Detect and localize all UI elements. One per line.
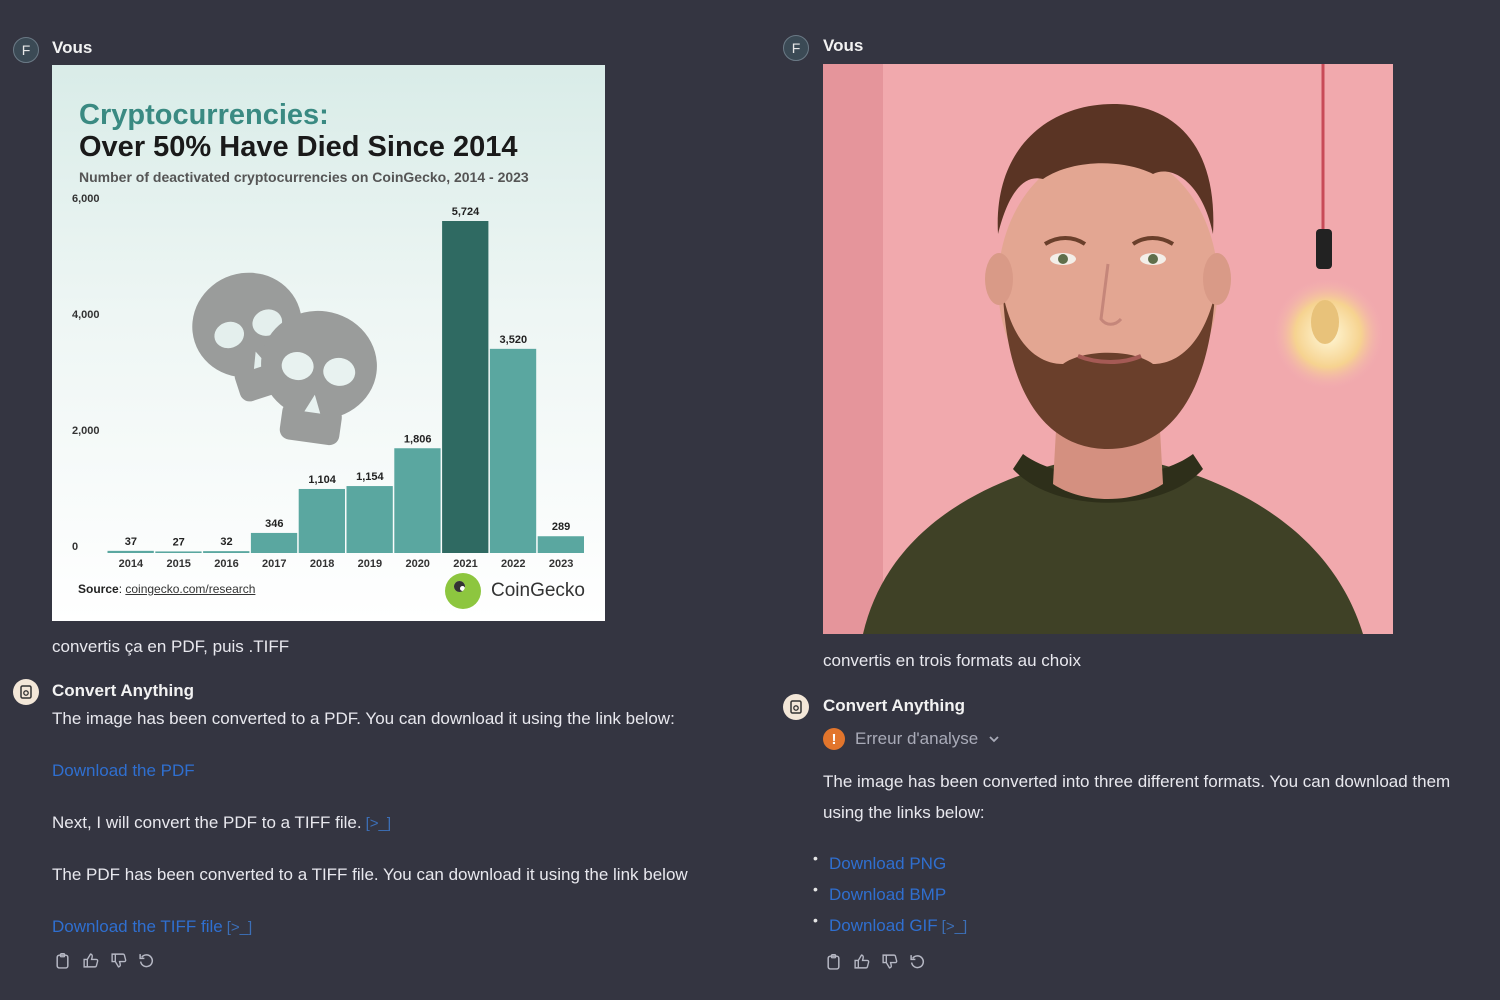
code-interpreter-icon[interactable]: [>_]: [227, 919, 252, 936]
user-message: convertis en trois formats au choix: [823, 651, 1081, 670]
assistant-paragraph: The image has been converted to a PDF. Y…: [52, 709, 675, 728]
bar-2021: [442, 221, 489, 553]
bar-value-label: 289: [552, 521, 570, 533]
bar-2022: [489, 348, 537, 553]
download-bmp-link[interactable]: Download BMP: [829, 885, 946, 904]
bar-2018: [298, 488, 345, 553]
paragraph-text: Next, I will convert the PDF to a TIFF f…: [52, 813, 362, 832]
message-actions: [53, 951, 155, 969]
brand-name: CoinGecko: [491, 580, 585, 601]
x-tick-label: 2018: [310, 558, 334, 570]
error-label: Erreur d'analyse: [855, 729, 979, 748]
regenerate-icon[interactable]: [137, 951, 155, 969]
user-avatar: F: [13, 37, 39, 63]
y-tick-label: 0: [72, 541, 78, 553]
bar-value-label: 1,154: [356, 471, 384, 483]
x-tick-label: 2019: [358, 558, 382, 570]
bar-2016: [203, 551, 250, 553]
download-tiff-link[interactable]: Download the TIFF file: [52, 917, 223, 936]
bar-value-label: 37: [125, 536, 137, 548]
bar-2014: [107, 550, 154, 553]
bar-value-label: 346: [265, 518, 283, 530]
download-png-link[interactable]: Download PNG: [829, 854, 946, 873]
bar-2019: [346, 486, 393, 553]
user-name: Vous: [52, 38, 93, 57]
x-tick-label: 2014: [119, 558, 144, 570]
chart-source: Source: coingecko.com/research: [78, 582, 256, 596]
x-tick-label: 2023: [549, 558, 573, 570]
x-tick-label: 2015: [166, 558, 190, 570]
bar-value-label: 5,724: [452, 206, 480, 218]
x-tick-label: 2017: [262, 558, 286, 570]
list-item: Download BMP: [813, 875, 967, 912]
x-tick-label: 2022: [501, 558, 525, 570]
message-actions: [824, 952, 926, 970]
bar-2023: [537, 536, 584, 553]
thumbs-down-icon[interactable]: [880, 952, 898, 970]
y-tick-label: 2,000: [72, 425, 100, 437]
chevron-down-icon: [989, 736, 999, 743]
analysis-error-toggle[interactable]: ! Erreur d'analyse: [823, 728, 1000, 750]
download-pdf-link[interactable]: Download the PDF: [52, 758, 195, 784]
document-icon: [790, 700, 802, 714]
download-gif-link[interactable]: Download GIF: [829, 916, 938, 935]
y-tick-label: 6,000: [72, 193, 100, 205]
source-link: coingecko.com/research: [125, 582, 256, 596]
bar-2015: [155, 551, 202, 553]
bar-value-label: 27: [173, 536, 185, 548]
bar-chart: 0 2,000 4,000 6,000 37 2014 27 2015 32 2016 346 20…: [72, 193, 584, 570]
portrait-photo: [823, 64, 1393, 634]
chart-image: Cryptocurrencies: Over 50% Have Died Sin…: [52, 65, 605, 621]
user-name: Vous: [823, 36, 864, 55]
gpt-avatar: [13, 679, 39, 705]
code-interpreter-icon[interactable]: [>_]: [366, 815, 391, 832]
bar-value-label: 1,104: [308, 474, 336, 486]
assistant-paragraph: Next, I will convert the PDF to a TIFF f…: [52, 810, 391, 837]
bar-value-label: 3,520: [500, 334, 528, 346]
list-item: Download GIF[>_]: [813, 906, 967, 943]
source-label: Source: [78, 582, 119, 596]
warning-icon: !: [823, 728, 845, 750]
code-interpreter-icon[interactable]: [>_]: [942, 918, 967, 935]
list-item: Download PNG: [813, 844, 967, 881]
copy-icon[interactable]: [53, 951, 71, 969]
gecko-logo-icon: [445, 573, 481, 609]
copy-icon[interactable]: [824, 952, 842, 970]
bar-value-label: 1,806: [404, 433, 432, 445]
coingecko-brand: CoinGecko: [445, 573, 585, 609]
bar-2017: [250, 532, 298, 553]
download-links-list: Download PNG Download BMP Download GIF[>…: [813, 844, 967, 943]
user-message: convertis ça en PDF, puis .TIFF: [52, 637, 290, 656]
assistant-paragraph: The image has been converted into three …: [823, 772, 1451, 822]
thumbs-down-icon[interactable]: [109, 951, 127, 969]
assistant-name: Convert Anything: [823, 696, 965, 715]
gpt-avatar: [783, 694, 809, 720]
assistant-name: Convert Anything: [52, 681, 194, 700]
y-tick-label: 4,000: [72, 309, 100, 321]
user-avatar: F: [783, 35, 809, 61]
x-tick-label: 2020: [405, 558, 429, 570]
download-tiff-row: Download the TIFF file [>_]: [52, 914, 252, 941]
bar-value-label: 32: [220, 536, 232, 548]
regenerate-icon[interactable]: [908, 952, 926, 970]
x-tick-label: 2021: [453, 558, 477, 570]
document-icon: [20, 685, 32, 699]
thumbs-up-icon[interactable]: [81, 951, 99, 969]
bar-2020: [394, 448, 441, 553]
thumbs-up-icon[interactable]: [852, 952, 870, 970]
x-tick-label: 2016: [214, 558, 238, 570]
portrait-illustration: [823, 64, 1393, 634]
assistant-paragraph: The PDF has been converted to a TIFF fil…: [52, 865, 688, 884]
